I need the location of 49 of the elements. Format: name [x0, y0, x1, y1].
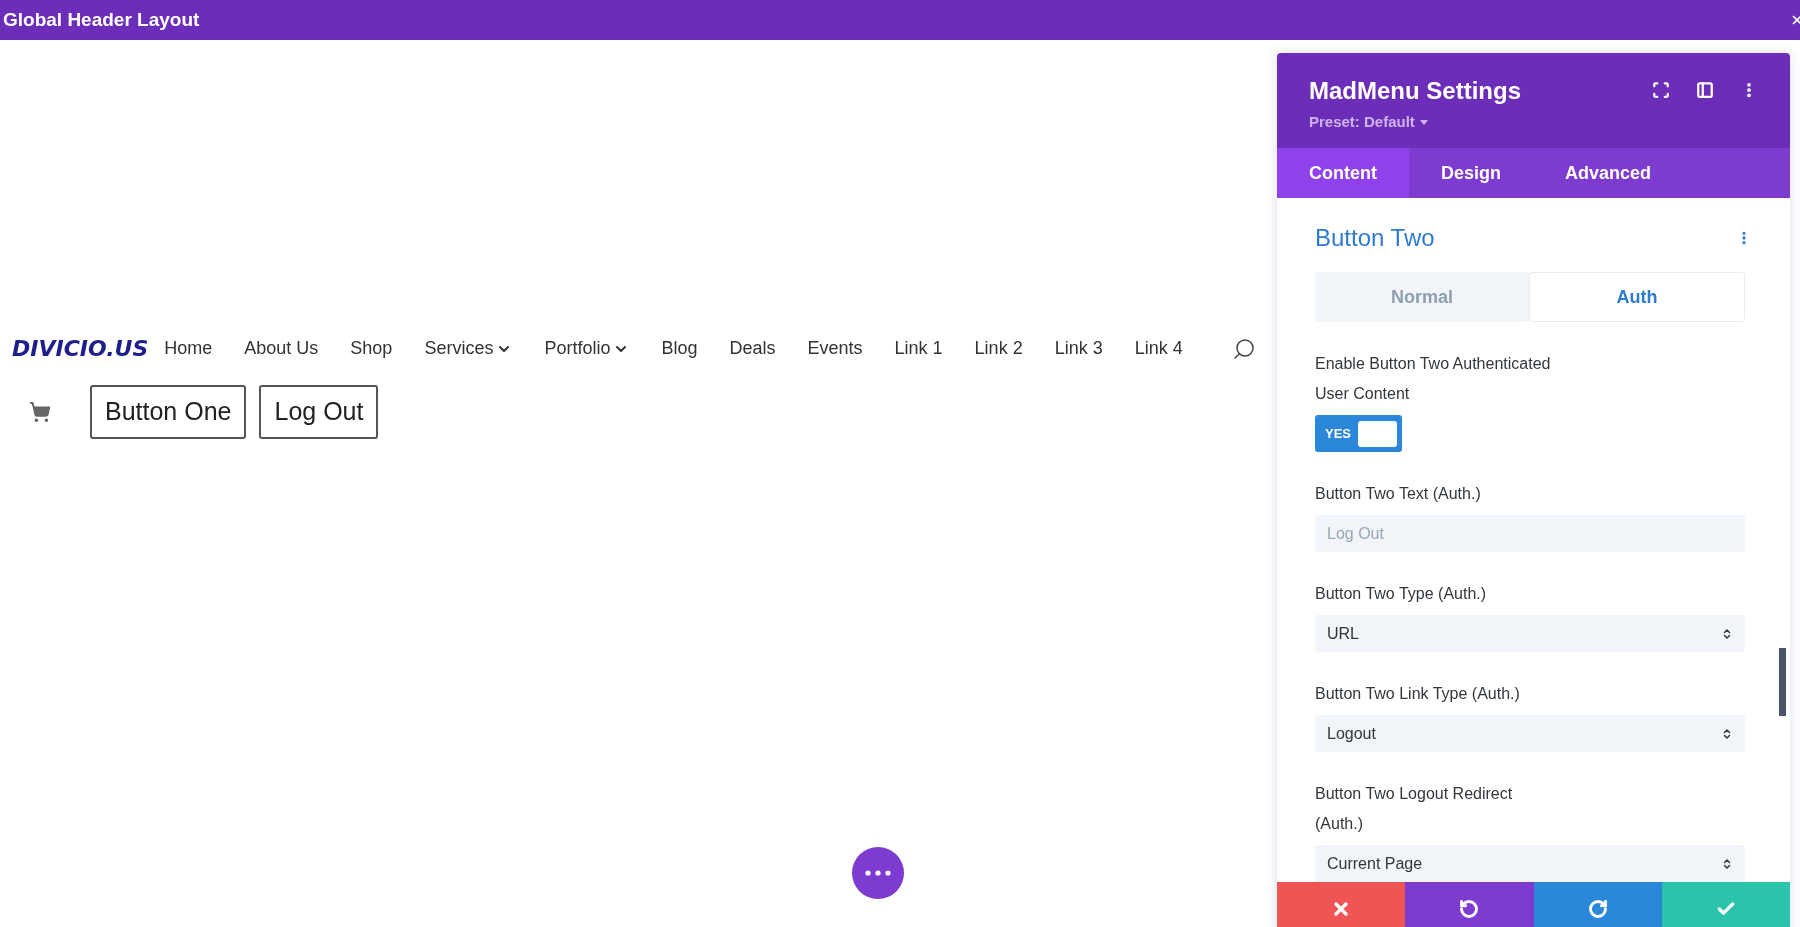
sidebar-icon[interactable] — [1696, 81, 1714, 99]
scrollbar — [1779, 648, 1786, 716]
menu-link[interactable]: Deals — [729, 335, 776, 362]
menu-link[interactable]: Home — [164, 335, 213, 362]
search-icon[interactable] — [1231, 336, 1256, 361]
more-button[interactable] — [852, 847, 904, 899]
caret-icon — [1419, 119, 1428, 125]
field-label: Button Two Link Type (Auth.) — [1315, 684, 1521, 704]
menu-link[interactable]: Blog — [661, 335, 698, 362]
dots-icon — [865, 870, 891, 876]
panel-tab[interactable]: Advanced — [1533, 148, 1684, 198]
menu-link[interactable]: Link 4 — [1134, 335, 1183, 362]
menu-link[interactable]: Shop — [350, 335, 393, 362]
updown-icon — [1721, 856, 1733, 871]
undo-button[interactable] — [1405, 882, 1534, 927]
field-label: Enable Button Two Authenticated User Content — [1315, 354, 1552, 404]
focus-icon[interactable] — [1652, 81, 1670, 99]
panel-title: MadMenu Settings — [1309, 76, 1521, 106]
section-title: Button Two — [1315, 223, 1435, 253]
redo-button[interactable] — [1533, 882, 1662, 927]
select-dropdown[interactable]: Current Page — [1315, 845, 1745, 882]
toggle-knob — [1358, 420, 1397, 447]
menu-link[interactable]: Link 3 — [1054, 335, 1103, 362]
updown-icon — [1721, 626, 1733, 641]
header-button[interactable]: Log Out — [259, 385, 379, 439]
menu-link[interactable]: Link 1 — [894, 335, 943, 362]
field-label: Button Two Type (Auth.) — [1315, 584, 1488, 604]
panel-tab[interactable]: Design — [1409, 148, 1533, 198]
menu-link[interactable]: About Us — [244, 335, 319, 362]
updown-icon — [1721, 726, 1733, 741]
undo-icon — [1459, 899, 1480, 919]
select-dropdown[interactable]: Logout — [1315, 715, 1745, 752]
menu-link[interactable]: Services — [424, 335, 513, 362]
input-field[interactable]: Log Out — [1315, 515, 1745, 552]
menu-link[interactable]: Link 2 — [974, 335, 1023, 362]
header-button[interactable]: Button One — [90, 385, 247, 439]
select-dropdown[interactable]: URL — [1315, 615, 1745, 652]
menu-link[interactable]: Events — [807, 335, 863, 362]
toggle-switch[interactable]: YES — [1315, 415, 1402, 452]
menu-link[interactable]: Portfolio — [544, 335, 630, 362]
redo-icon — [1587, 899, 1608, 919]
cart-icon[interactable] — [29, 401, 51, 423]
field-label: Button Two Logout Redirect (Auth.) — [1315, 784, 1514, 834]
window-title: Global Header Layout — [2, 7, 200, 32]
logo[interactable]: DIVICIO.US — [12, 332, 149, 365]
field-label: Button Two Text (Auth.) — [1315, 484, 1482, 504]
panel-tab[interactable]: Content — [1277, 148, 1409, 198]
preset-dropdown[interactable]: Preset: Default — [1309, 111, 1521, 134]
state-tab[interactable]: Auth — [1529, 272, 1745, 322]
